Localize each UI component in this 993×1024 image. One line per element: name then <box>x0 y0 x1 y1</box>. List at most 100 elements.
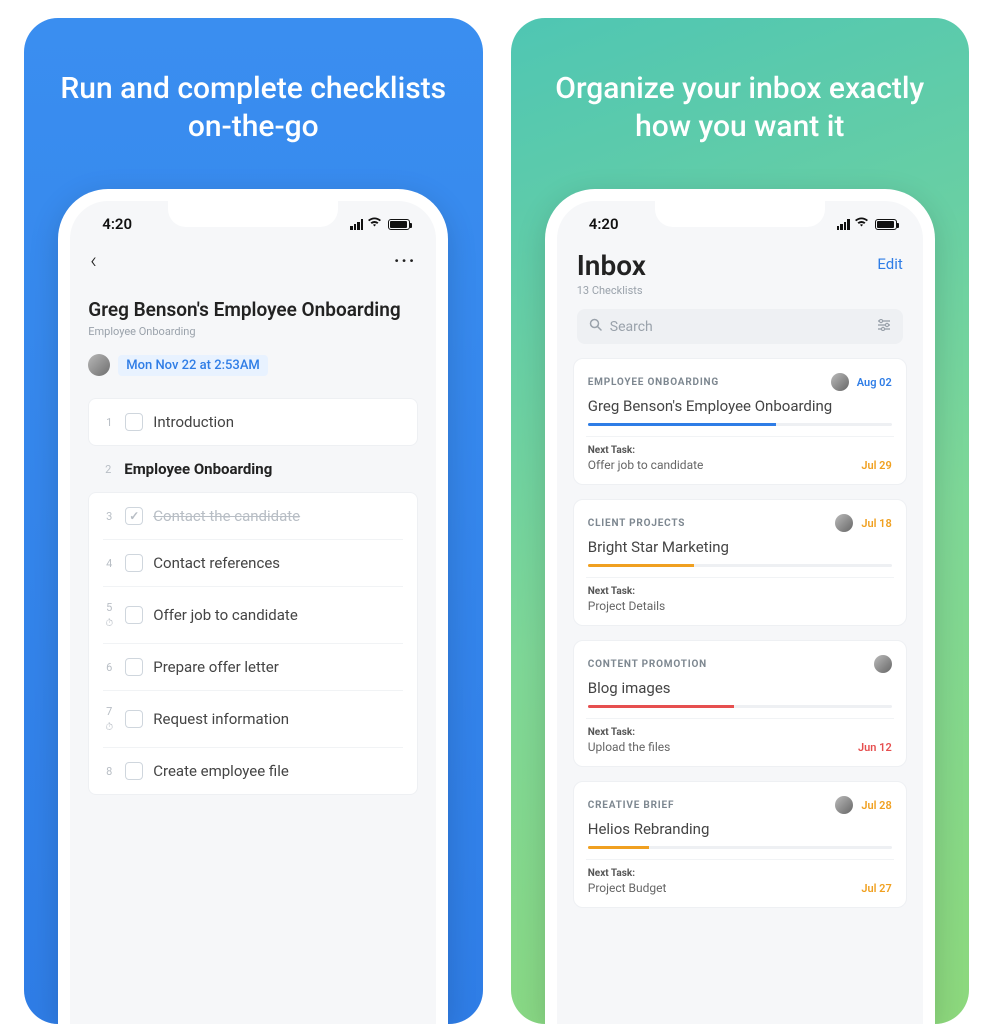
task-row[interactable]: 8 Create employee file <box>103 748 403 794</box>
progress-bar <box>588 423 892 426</box>
card-avatar <box>835 514 853 532</box>
card-category: CREATIVE BRIEF <box>588 800 828 811</box>
inbox-list: EMPLOYEE ONBOARDING Aug 02 Greg Benson's… <box>557 358 923 908</box>
task-row[interactable]: 4 Contact references <box>103 540 403 587</box>
search-input[interactable]: Search <box>577 309 903 344</box>
promo-panel-right: Organize your inbox exactly how you want… <box>511 18 970 1024</box>
card-title: Greg Benson's Employee Onboarding <box>588 397 892 415</box>
task-number: 5 <box>103 601 115 614</box>
task-number: 3 <box>103 510 115 523</box>
next-task-value: Project Budget <box>588 881 667 895</box>
battery-icon <box>875 219 897 230</box>
task-label: Contact the candidate <box>153 507 300 525</box>
inbox-card[interactable]: CLIENT PROJECTS Jul 18 Bright Star Marke… <box>573 499 907 626</box>
due-date-chip: Mon Nov 22 at 2:53AM <box>118 355 268 376</box>
progress-bar <box>588 705 892 708</box>
inbox-subtitle: 13 Checklists <box>577 284 646 297</box>
checkbox-icon[interactable] <box>125 507 143 525</box>
next-task-value: Upload the files <box>588 740 671 754</box>
phone-notch <box>168 199 338 227</box>
task-heading: Employee Onboarding <box>124 460 272 478</box>
inbox-header: Inbox 13 Checklists Edit <box>557 239 923 303</box>
task-number: 7 <box>103 705 115 718</box>
next-task-label: Next Task: <box>588 868 667 879</box>
assignee-avatar <box>88 354 110 376</box>
task-row[interactable]: 7 ⏱ Request information <box>103 691 403 748</box>
due-date-row[interactable]: Mon Nov 22 at 2:53AM <box>88 354 418 376</box>
card-avatar <box>835 796 853 814</box>
task-row[interactable]: 6 Prepare offer letter <box>103 644 403 691</box>
progress-bar <box>588 846 892 849</box>
checkbox-icon[interactable] <box>125 554 143 572</box>
next-task-label: Next Task: <box>588 445 704 456</box>
next-task-date: Jun 12 <box>858 741 892 754</box>
headline-right: Organize your inbox exactly how you want… <box>537 70 944 145</box>
checkbox-icon[interactable] <box>125 658 143 676</box>
next-task-date: Jul 27 <box>861 882 891 895</box>
card-category: CLIENT PROJECTS <box>588 518 828 529</box>
task-number: 4 <box>103 557 115 570</box>
task-row[interactable]: 2 Employee Onboarding <box>88 446 418 492</box>
battery-icon <box>388 219 410 230</box>
checkbox-icon[interactable] <box>125 710 143 728</box>
task-number: 6 <box>103 661 115 674</box>
card-title: Helios Rebranding <box>588 820 892 838</box>
checkbox-icon[interactable] <box>125 762 143 780</box>
inbox-card[interactable]: CREATIVE BRIEF Jul 28 Helios Rebranding … <box>573 781 907 908</box>
task-label: Contact references <box>153 554 280 572</box>
edit-button[interactable]: Edit <box>877 255 902 273</box>
nav-bar: ‹ ··· <box>70 239 436 282</box>
headline-left: Run and complete checklists on-the-go <box>50 70 457 145</box>
inbox-card[interactable]: EMPLOYEE ONBOARDING Aug 02 Greg Benson's… <box>573 358 907 485</box>
progress-bar <box>588 564 892 567</box>
checkbox-icon[interactable] <box>125 413 143 431</box>
task-row[interactable]: 3 Contact the candidate <box>103 493 403 540</box>
status-time: 4:20 <box>102 215 132 233</box>
task-number: 2 <box>102 463 114 476</box>
wifi-icon <box>367 216 382 232</box>
task-label: Request information <box>153 710 289 728</box>
wifi-icon <box>854 216 869 232</box>
task-card: 1 Introduction <box>88 398 418 446</box>
task-row[interactable]: 5 ⏱ Offer job to candidate <box>103 587 403 644</box>
phone-frame-right: 4:20 Inbox 13 Checklists Edit Search <box>545 189 935 1024</box>
card-category: CONTENT PROMOTION <box>588 659 866 670</box>
status-time: 4:20 <box>589 215 619 233</box>
more-button[interactable]: ··· <box>394 251 416 272</box>
card-date: Aug 02 <box>857 376 892 389</box>
card-avatar <box>874 655 892 673</box>
timer-icon: ⏱ <box>105 723 113 733</box>
checklist-title: Greg Benson's Employee Onboarding <box>88 298 418 321</box>
signal-icon <box>837 219 850 230</box>
task-label: Offer job to candidate <box>153 606 298 624</box>
task-number: 1 <box>103 416 115 429</box>
card-title: Blog images <box>588 679 892 697</box>
task-card: 3 Contact the candidate 4 Contact refere… <box>88 492 418 795</box>
task-label: Prepare offer letter <box>153 658 279 676</box>
phone-notch <box>655 199 825 227</box>
checklist-subtitle: Employee Onboarding <box>88 325 418 338</box>
next-task-value: Offer job to candidate <box>588 458 704 472</box>
filter-icon[interactable] <box>877 319 891 335</box>
card-title: Bright Star Marketing <box>588 538 892 556</box>
status-indicators <box>350 216 410 232</box>
promo-panel-left: Run and complete checklists on-the-go 4:… <box>24 18 483 1024</box>
back-button[interactable]: ‹ <box>90 249 97 274</box>
search-placeholder: Search <box>610 319 653 335</box>
next-task-label: Next Task: <box>588 586 666 597</box>
search-icon <box>589 318 602 335</box>
checkbox-icon[interactable] <box>125 606 143 624</box>
task-label: Introduction <box>153 413 234 431</box>
inbox-card[interactable]: CONTENT PROMOTION Blog images Next Task:… <box>573 640 907 767</box>
task-list: 1 Introduction 2 Employee Onboarding 3 C… <box>88 398 418 795</box>
status-indicators <box>837 216 897 232</box>
card-date: Jul 28 <box>861 799 891 812</box>
task-label: Create employee file <box>153 762 289 780</box>
next-task-value: Project Details <box>588 599 666 613</box>
card-category: EMPLOYEE ONBOARDING <box>588 377 823 388</box>
next-task-label: Next Task: <box>588 727 671 738</box>
phone-frame-left: 4:20 ‹ ··· Greg Benson's Employee Onboar… <box>58 189 448 1024</box>
inbox-title: Inbox <box>577 249 646 282</box>
task-row[interactable]: 1 Introduction <box>103 399 403 445</box>
next-task-date: Jul 29 <box>861 459 891 472</box>
